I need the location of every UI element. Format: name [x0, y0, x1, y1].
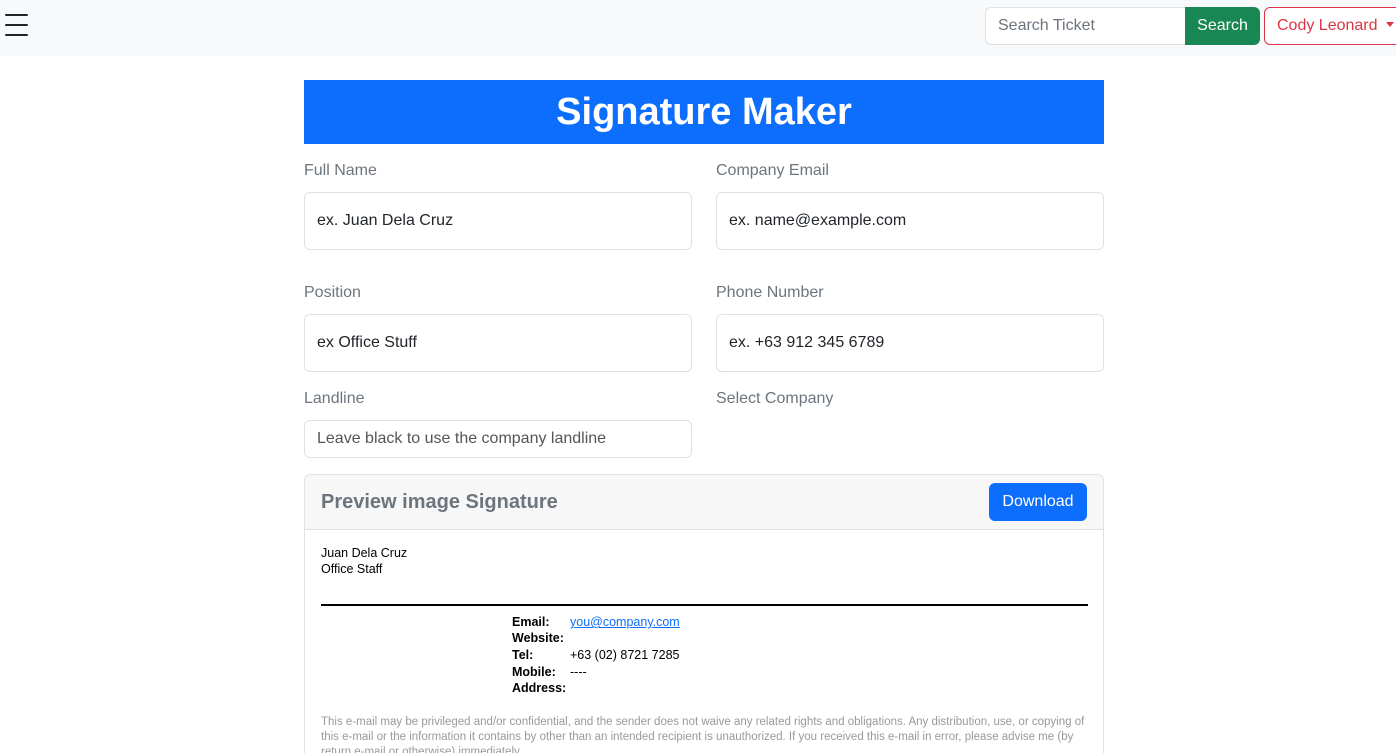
- preview-title: Preview image Signature: [321, 491, 558, 513]
- company-email-input[interactable]: [716, 192, 1104, 250]
- full-name-label: Full Name: [304, 162, 377, 179]
- select-company-label: Select Company: [716, 390, 834, 407]
- mobile-label: Mobile:: [512, 665, 556, 679]
- website-label: Website:: [512, 631, 564, 645]
- download-button[interactable]: Download: [989, 483, 1087, 521]
- signature-divider: [321, 604, 1088, 606]
- email-link[interactable]: you@company.com: [570, 615, 680, 629]
- page-title: Signature Maker: [304, 80, 1104, 144]
- landline-input[interactable]: [304, 420, 692, 458]
- signature-position: Office Staff: [321, 562, 383, 576]
- address-label: Address:: [512, 681, 567, 695]
- search-ticket-input[interactable]: [985, 7, 1186, 45]
- landline-label: Landline: [304, 390, 365, 407]
- top-navbar: Search Cody Leonard: [0, 0, 1396, 56]
- disclaimer-text: This e-mail may be privileged and/or con…: [321, 716, 1085, 753]
- signature-name: Juan Dela Cruz: [321, 546, 408, 560]
- tel-label: Tel:: [512, 648, 534, 662]
- caret-down-icon: [1385, 22, 1394, 27]
- phone-number-label: Phone Number: [716, 284, 824, 301]
- position-input[interactable]: [304, 314, 692, 372]
- user-name: Cody Leonard: [1277, 17, 1378, 34]
- position-label: Position: [304, 284, 361, 301]
- full-name-input[interactable]: [304, 192, 692, 250]
- user-dropdown-button[interactable]: Cody Leonard: [1264, 7, 1396, 45]
- preview-card-header: Preview image Signature Download: [305, 475, 1103, 530]
- hamburger-menu-icon[interactable]: [4, 10, 30, 40]
- mobile-value: ----: [570, 665, 587, 679]
- tel-value: +63 (02) 8721 7285: [570, 648, 680, 662]
- email-label: Email:: [512, 615, 550, 629]
- signature-preview-card: Preview image Signature Download Juan De…: [304, 474, 1104, 753]
- company-email-label: Company Email: [716, 162, 829, 179]
- phone-number-input[interactable]: [716, 314, 1104, 372]
- search-button[interactable]: Search: [1185, 7, 1260, 45]
